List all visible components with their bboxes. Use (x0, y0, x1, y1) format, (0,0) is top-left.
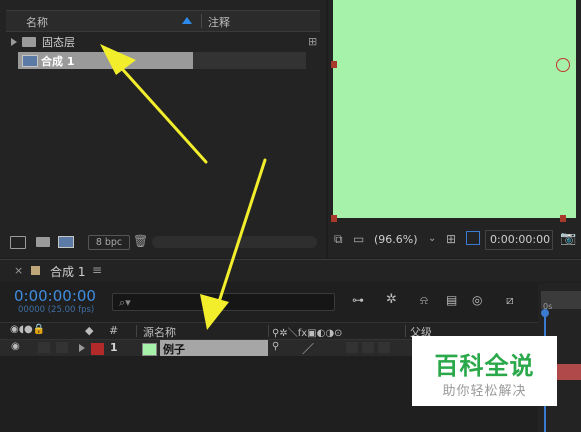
motion-blur-icon[interactable]: ◎ (472, 293, 482, 307)
expand-triangle-icon[interactable] (11, 38, 17, 46)
comp-color-swatch (31, 266, 40, 275)
column-divider[interactable] (268, 325, 269, 337)
layer-duration-bar[interactable] (553, 364, 581, 380)
project-column-header: 名称 注释 (6, 10, 320, 32)
sort-ascending-icon[interactable] (182, 17, 192, 24)
new-folder-icon[interactable] (36, 237, 50, 247)
search-icon: ⌕▾ (119, 296, 131, 309)
solo-toggle[interactable] (38, 342, 50, 353)
composition-icon (22, 55, 38, 67)
timeline-tab-label[interactable]: 合成 1 (50, 263, 85, 280)
trash-icon[interactable]: 🗑 (133, 234, 148, 248)
project-scrollbar[interactable] (152, 236, 317, 248)
switch-box[interactable] (378, 342, 390, 353)
layer-number: 1 (110, 341, 118, 354)
camera-snapshot-icon[interactable]: 📷 (560, 231, 576, 246)
quality-switch-icon[interactable]: ／ (302, 340, 314, 357)
composition-viewer (328, 0, 581, 258)
layer-handle-bottom-right[interactable] (560, 215, 566, 222)
project-toolbar: 8 bpc 🗑 (6, 232, 326, 252)
bit-depth-button[interactable]: 8 bpc (88, 235, 130, 250)
new-composition-icon[interactable] (58, 236, 74, 248)
column-name-header[interactable]: 名称 (26, 14, 48, 30)
project-panel: 名称 注释 固态层 ⊞ 合成 1 8 bpc 🗑 (0, 0, 326, 258)
chevron-down-icon[interactable]: ⌄ (428, 233, 436, 244)
timeline-tab-bar: × 合成 1 ≡ (0, 260, 581, 282)
graph-editor-icon[interactable]: ⧄ (506, 293, 514, 308)
label-tag-icon[interactable]: ◆ (85, 324, 93, 337)
column-divider[interactable] (405, 325, 406, 337)
flowchart-icon[interactable]: ⊞ (308, 35, 317, 48)
source-name-header[interactable]: 源名称 (143, 324, 176, 340)
shy-switch-icon[interactable]: ⚲ (272, 341, 279, 352)
eye-icon[interactable]: ◉ (11, 341, 20, 352)
draft-3d-icon[interactable]: ✲ (386, 292, 397, 307)
layer-switches-icons[interactable]: ⚲✲＼fx▣◐◑⊙ (272, 324, 342, 339)
close-icon[interactable]: × (14, 264, 23, 277)
viewer-timecode[interactable]: 0:00:00:00 (490, 233, 550, 246)
project-item-solids-folder[interactable]: 固态层 ⊞ (6, 33, 320, 51)
folder-icon (22, 37, 36, 47)
switch-box[interactable] (362, 342, 374, 353)
playhead-handle[interactable] (541, 309, 549, 317)
current-time-display[interactable]: 0:00:00:00 (14, 287, 96, 305)
expand-triangle-icon[interactable] (79, 344, 85, 352)
av-features-icons[interactable]: ◉◖●🔒 (10, 324, 45, 335)
column-comment-header[interactable]: 注释 (208, 14, 230, 30)
watermark-subtitle: 助你轻松解决 (442, 384, 527, 399)
monitor-icon[interactable]: ▭ (353, 232, 364, 246)
watermark-logo: 百科全说 助你轻松解决 (412, 336, 557, 406)
solid-layer-icon (142, 343, 157, 356)
frame-rate-label: 00000 (25.00 fps) (18, 305, 95, 315)
mask-visibility-icon[interactable] (466, 231, 480, 245)
layer-handle-bottom-left[interactable] (331, 215, 337, 222)
watermark-title: 百科全说 (434, 352, 535, 380)
panel-menu-icon[interactable]: ≡ (92, 263, 102, 277)
layer-handle-left[interactable] (331, 61, 337, 68)
column-divider[interactable] (201, 14, 202, 28)
always-preview-icon[interactable]: ⧉ (334, 232, 343, 247)
anchor-point-icon[interactable] (556, 58, 570, 72)
layer-number-header[interactable]: # (109, 324, 118, 337)
lock-toggle[interactable] (56, 342, 68, 353)
shy-layers-icon[interactable]: ⍾ (420, 293, 428, 308)
timeline-search-input[interactable]: ⌕▾ (112, 293, 335, 311)
layer-name[interactable]: 例子 (163, 341, 185, 357)
zoom-select[interactable]: (96.6%) (374, 233, 418, 246)
column-divider[interactable] (136, 325, 137, 337)
grid-guide-icon[interactable]: ⊞ (446, 232, 456, 246)
interpret-footage-icon[interactable] (10, 236, 26, 249)
switch-box[interactable] (346, 342, 358, 353)
project-item-composition[interactable]: 合成 1 (18, 52, 306, 69)
composition-label: 合成 1 (41, 55, 75, 68)
viewer-toolbar: ⧉ ▭ (96.6%) ⌄ ⊞ 0:00:00:00 📷 (328, 229, 581, 251)
composition-canvas[interactable] (333, 0, 576, 218)
frame-blending-icon[interactable]: ▤ (446, 293, 457, 307)
composition-mini-flowchart-icon[interactable]: ⊶ (352, 293, 364, 307)
folder-label: 固态层 (42, 36, 75, 49)
label-color-swatch[interactable] (91, 343, 104, 355)
